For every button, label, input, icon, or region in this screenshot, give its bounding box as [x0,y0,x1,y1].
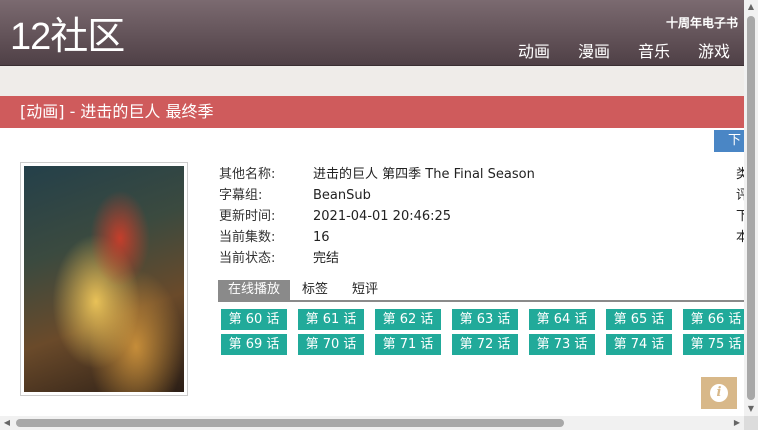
tab-short-reviews[interactable]: 短评 [340,280,390,300]
page-title: [动画] - 进击的巨人 最终季 [0,96,744,128]
scrollbar-corner [744,416,758,430]
page-viewport: 12社区 十周年电子书 动画 漫画 音乐 游戏 [动画] - 进击的巨人 最终季… [0,0,744,416]
horizontal-scrollbar[interactable]: ◀ ▶ [0,416,744,430]
anniversary-ebook-link[interactable]: 十周年电子书 [666,14,738,31]
episode-button[interactable]: 第 61 话 [298,309,364,330]
info-list: 其他名称: 进击的巨人 第四季 The Final Season 字幕组: Be… [219,164,535,269]
nav-comic[interactable]: 漫画 [578,38,610,62]
poster-image [24,166,184,392]
info-label: 当前状态: [219,251,276,266]
spacer-band [0,66,744,92]
right-label: 类 [736,167,744,182]
episode-button[interactable]: 第 70 话 [298,334,364,355]
detail-tabs: 在线播放 标签 短评 [218,280,744,302]
logo-text: 社区 [50,14,125,58]
info-label: 其他名称: [219,167,276,182]
vertical-scrollbar[interactable]: ▲ ▼ [744,0,758,416]
info-label: 字幕组: [219,188,263,203]
episode-button[interactable]: 第 75 话 [683,334,744,355]
poster-frame [20,162,188,396]
episode-button[interactable]: 第 69 话 [221,334,287,355]
episode-button[interactable]: 第 60 话 [221,309,287,330]
info-row-alt-name: 其他名称: 进击的巨人 第四季 The Final Season [219,164,535,185]
episode-button[interactable]: 第 72 话 [452,334,518,355]
right-label: 本 [736,230,744,245]
tab-online-play[interactable]: 在线播放 [218,280,291,300]
info-row-updated: 更新时间: 2021-04-01 20:46:25 [219,206,535,227]
episode-button[interactable]: 第 62 话 [375,309,441,330]
info-value: 进击的巨人 第四季 The Final Season [313,167,535,182]
info-icon: i [710,384,728,402]
scroll-down-icon[interactable]: ▼ [744,402,758,416]
info-row-subgroup: 字幕组: BeanSub [219,185,535,206]
main-nav: 动画 漫画 音乐 游戏 [518,38,730,62]
info-button[interactable]: i [701,377,737,409]
nav-anime[interactable]: 动画 [518,38,550,62]
site-logo[interactable]: 12社区 [10,14,125,59]
info-row-episodes: 当前集数: 16 [219,227,535,248]
download-button[interactable]: 下载 [714,130,744,152]
detail-panel: 下载 其他名称: 进击的巨人 第四季 The Final Season 字幕组:… [0,128,744,416]
right-info-column-cut: 类 评 下 本 [736,164,744,248]
nav-game[interactable]: 游戏 [698,38,730,62]
scroll-right-icon[interactable]: ▶ [730,416,744,430]
nav-music[interactable]: 音乐 [638,38,670,62]
info-label: 更新时间: [219,209,276,224]
episode-button[interactable]: 第 65 话 [606,309,672,330]
scroll-left-icon[interactable]: ◀ [0,416,14,430]
episode-button[interactable]: 第 63 话 [452,309,518,330]
episode-list: 第 60 话 第 61 话 第 62 话 第 63 话 第 64 话 第 65 … [221,309,744,355]
scroll-up-icon[interactable]: ▲ [744,0,758,14]
episode-button[interactable]: 第 71 话 [375,334,441,355]
right-label: 评 [736,188,744,203]
right-label: 下 [736,209,744,224]
site-header: 12社区 十周年电子书 动画 漫画 音乐 游戏 [0,0,744,66]
info-value: BeanSub [313,188,371,203]
info-value: 2021-04-01 20:46:25 [313,209,452,224]
episode-button[interactable]: 第 74 话 [606,334,672,355]
episode-button[interactable]: 第 73 话 [529,334,595,355]
episode-button[interactable]: 第 66 话 [683,309,744,330]
info-value: 16 [313,230,330,245]
info-value: 完结 [313,251,340,266]
logo-number: 12 [10,16,51,58]
horizontal-scroll-thumb[interactable] [16,419,564,427]
vertical-scroll-thumb[interactable] [747,16,755,400]
tab-tags[interactable]: 标签 [290,280,340,300]
info-row-status: 当前状态: 完结 [219,248,535,269]
info-label: 当前集数: [219,230,276,245]
episode-button[interactable]: 第 64 话 [529,309,595,330]
